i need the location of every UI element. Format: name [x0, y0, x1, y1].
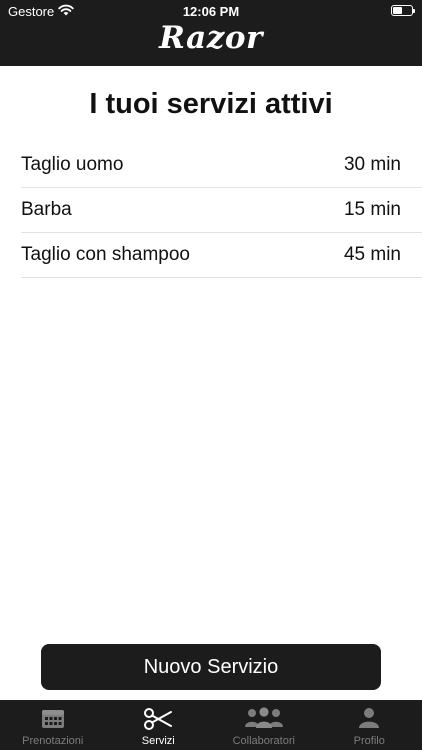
- scissors-icon: [144, 708, 173, 730]
- service-list: Taglio uomo 30 min Barba 15 min Taglio c…: [21, 143, 422, 278]
- tab-collaboratori[interactable]: Collaboratori: [211, 700, 317, 750]
- service-row[interactable]: Taglio uomo 30 min: [21, 143, 422, 188]
- page-title: I tuoi servizi attivi: [89, 88, 333, 120]
- new-service-button[interactable]: Nuovo Servizio: [41, 644, 381, 690]
- tab-label: Prenotazioni: [22, 735, 84, 747]
- app-logo: Razor: [159, 20, 263, 56]
- status-time: 12:06 PM: [182, 4, 240, 19]
- service-duration: 15 min: [343, 199, 401, 220]
- battery-icon: [391, 5, 415, 16]
- group-icon: [244, 707, 283, 728]
- service-name: Taglio con shampoo: [21, 244, 190, 265]
- calendar-icon: [41, 710, 64, 728]
- tab-label: Servizi: [141, 735, 175, 747]
- tab-prenotazioni[interactable]: Prenotazioni: [0, 700, 106, 750]
- person-icon: [359, 708, 380, 728]
- app-screen: Gestore 12:06 PM Razor I tuoi servizi at…: [0, 0, 422, 750]
- service-name: Barba: [21, 199, 72, 220]
- tab-servizi[interactable]: Servizi: [106, 700, 212, 750]
- service-row[interactable]: Barba 15 min: [21, 188, 422, 233]
- tab-bar: Prenotazioni Servizi Collaboratori Profi…: [0, 700, 422, 750]
- header: Gestore 12:06 PM Razor: [0, 0, 422, 66]
- service-name: Taglio uomo: [21, 154, 124, 175]
- status-bar: Gestore 12:06 PM: [0, 0, 422, 22]
- service-duration: 45 min: [343, 244, 401, 265]
- tab-label: Profilo: [353, 735, 385, 747]
- tab-profilo[interactable]: Profilo: [317, 700, 422, 750]
- tab-label: Collaboratori: [232, 735, 295, 747]
- service-duration: 30 min: [343, 154, 401, 175]
- service-row[interactable]: Taglio con shampoo 45 min: [21, 233, 422, 278]
